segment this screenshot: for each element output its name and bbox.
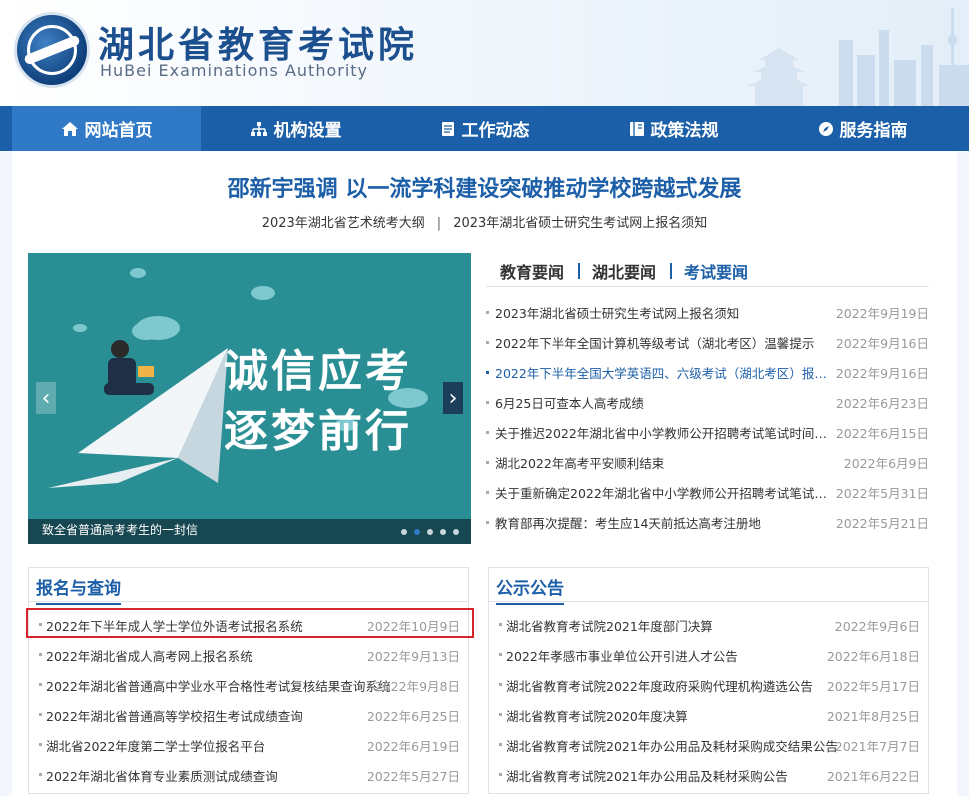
- main-nav: 网站首页 机构设置 工作动态 政策法规 服务指南: [0, 106, 969, 151]
- list-item[interactable]: 湖北省2022年度第二学士学位报名平台 2022年6月19日: [29, 729, 468, 759]
- chevron-right-icon: ›: [448, 385, 458, 411]
- list-item[interactable]: 湖北省教育考试院2021年度部门决算 2022年9月6日: [489, 609, 928, 639]
- registration-list: 2022年下半年成人学士学位外语考试报名系统 2022年10月9日 2022年湖北…: [26, 608, 474, 789]
- list-item[interactable]: 2022年孝感市事业单位公开引进人才公告 2022年6月18日: [489, 639, 928, 669]
- nav-label: 服务指南: [839, 121, 908, 141]
- list-item[interactable]: 2022年湖北省成人高考网上报名系统 2022年9月13日: [29, 639, 468, 669]
- list-item[interactable]: 2022年湖北省普通高中学业水平合格性考试复核结果查询系统 2022年9月8日: [29, 669, 468, 699]
- list-item[interactable]: 湖北省教育考试院2021年办公用品及耗材采购成交结果公告 2021年7月7日: [489, 729, 928, 759]
- list-item[interactable]: 关于推迟2022年湖北省中小学教师公开招聘考试笔试时间的公告 2022年6月15日: [486, 417, 929, 447]
- banner-slider[interactable]: 诚信应考 逐梦前行 ‹ › 致全省普通高考考生的一封信: [28, 253, 471, 544]
- list-item[interactable]: 2023年湖北省硕士研究生考试网上报名须知 2022年9月19日: [486, 297, 929, 327]
- list-item[interactable]: 湖北省教育考试院2020年度决算 2021年8月25日: [489, 699, 928, 729]
- slider-dots: [401, 529, 459, 535]
- main-content: 邵新宇强调 以一流学科建设突破推动学校跨越式发展 2023年湖北省艺术统考大纲 |…: [12, 151, 957, 796]
- nav-item-work-news[interactable]: 工作动态: [390, 106, 579, 151]
- slider-prev-button[interactable]: ‹: [36, 382, 56, 414]
- nav-label: 工作动态: [461, 121, 530, 141]
- banner-text-line2: 逐梦前行: [224, 406, 412, 457]
- site-header: 湖北省教育考试院 HuBei Examinations Authority: [0, 0, 969, 106]
- list-item[interactable]: 教育部再次提醒：考生应14天前抵达高考注册地 2022年5月21日: [486, 507, 929, 537]
- sub-headline-link-2[interactable]: 2023年湖北省硕士研究生考试网上报名须知: [453, 216, 707, 231]
- book-icon: [629, 121, 644, 136]
- site-subtitle: HuBei Examinations Authority: [100, 61, 369, 80]
- list-item[interactable]: 关于重新确定2022年湖北省中小学教师公开招聘考试笔试时间... 2022年5月3…: [486, 477, 929, 507]
- nav-item-policy[interactable]: 政策法规: [579, 106, 768, 151]
- nav-item-organization[interactable]: 机构设置: [201, 106, 390, 151]
- tab-exam-news[interactable]: 考试要闻: [670, 253, 762, 286]
- news-section: 教育要闻 湖北要闻 考试要闻 2023年湖北省硕士研究生考试网上报名须知 2022…: [486, 253, 929, 544]
- list-item[interactable]: 湖北省教育考试院2022年度政府采购代理机构遴选公告 2022年5月17日: [489, 669, 928, 699]
- notices-list: 湖北省教育考试院2021年度部门决算 2022年9月6日 2022年孝感市事业单位…: [489, 609, 928, 789]
- nav-label: 网站首页: [84, 121, 153, 141]
- tab-education-news[interactable]: 教育要闻: [486, 253, 578, 286]
- slider-dot[interactable]: [401, 529, 407, 535]
- list-item[interactable]: 2022年下半年全国计算机等级考试（湖北考区）温馨提示 2022年9月16日: [486, 327, 929, 357]
- separator: |: [436, 216, 442, 231]
- chevron-left-icon: ‹: [41, 385, 51, 411]
- slider-dot-active[interactable]: [414, 529, 420, 535]
- slider-dot[interactable]: [427, 529, 433, 535]
- list-item[interactable]: 2022年下半年成人学士学位外语考试报名系统 2022年10月9日: [26, 608, 474, 639]
- nav-item-service-guide[interactable]: 服务指南: [768, 106, 957, 151]
- skyline-decoration-icon: [747, 8, 969, 106]
- divider: [489, 601, 928, 602]
- list-item[interactable]: 湖北省教育考试院2021年办公用品及耗材采购公告 2021年6月22日: [489, 759, 928, 789]
- news-tabs: 教育要闻 湖北要闻 考试要闻: [486, 253, 929, 287]
- news-list: 2023年湖北省硕士研究生考试网上报名须知 2022年9月19日 2022年下半年…: [486, 297, 929, 537]
- nav-item-home[interactable]: 网站首页: [12, 106, 201, 151]
- list-item[interactable]: 2022年湖北省体育专业素质测试成绩查询 2022年5月27日: [29, 759, 468, 789]
- tab-hubei-news[interactable]: 湖北要闻: [578, 253, 670, 286]
- list-item[interactable]: 湖北2022年高考平安顺利结束 2022年6月9日: [486, 447, 929, 477]
- compass-icon: [818, 121, 833, 136]
- document-icon: [441, 121, 454, 136]
- registration-panel: 报名与查询 2022年下半年成人学士学位外语考试报名系统 2022年10月9日 2…: [26, 567, 474, 794]
- slider-dot[interactable]: [453, 529, 459, 535]
- slider-next-button[interactable]: ›: [443, 382, 463, 414]
- list-item[interactable]: 2022年湖北省普通高等学校招生考试成绩查询 2022年6月25日: [29, 699, 468, 729]
- slider-caption[interactable]: 致全省普通高考考生的一封信: [42, 521, 198, 538]
- sub-headline-link-1[interactable]: 2023年湖北省艺术统考大纲: [262, 216, 425, 231]
- org-icon: [250, 121, 267, 136]
- list-item[interactable]: 6月25日可查本人高考成绩 2022年6月23日: [486, 387, 929, 417]
- notices-panel: 公示公告 湖北省教育考试院2021年度部门决算 2022年9月6日 2022年孝感…: [488, 567, 929, 794]
- logo-emblem-icon[interactable]: [14, 12, 90, 88]
- banner-text-line1: 诚信应考: [224, 346, 412, 397]
- sub-headlines: 2023年湖北省艺术统考大纲 | 2023年湖北省硕士研究生考试网上报名须知: [12, 212, 957, 231]
- list-item[interactable]: 2022年下半年全国大学英语四、六级考试（湖北考区）报名须知 2022年9月16日: [486, 357, 929, 387]
- headline-link[interactable]: 邵新宇强调 以一流学科建设突破推动学校跨越式发展: [12, 171, 957, 203]
- nav-label: 政策法规: [650, 121, 719, 141]
- divider: [29, 601, 468, 602]
- home-icon: [61, 121, 78, 136]
- nav-label: 机构设置: [273, 121, 342, 141]
- slider-dot[interactable]: [440, 529, 446, 535]
